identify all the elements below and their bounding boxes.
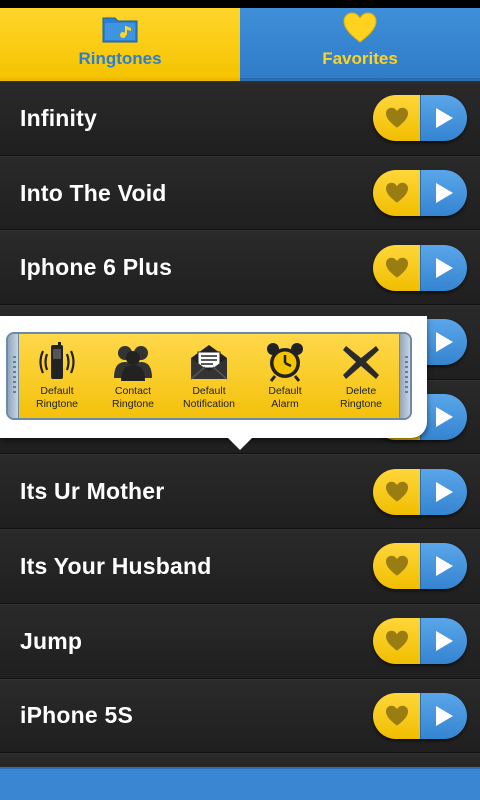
set-contact-ringtone-button[interactable]: Contact Ringtone [95, 342, 171, 410]
row-actions [373, 244, 467, 291]
ringtone-title: iPhone 5S [20, 702, 133, 729]
tab-label: Ringtones [78, 49, 162, 68]
ringtone-title: Jump [20, 627, 83, 654]
play-icon [436, 705, 453, 726]
list-item[interactable]: Infinity [0, 81, 480, 156]
tab-bar: Ringtones Favorites [0, 8, 480, 81]
action-label-line1: Delete [345, 385, 377, 397]
play-button[interactable] [420, 618, 467, 665]
play-icon [436, 183, 453, 204]
play-icon [436, 332, 453, 353]
heart-icon [385, 705, 408, 726]
list-item[interactable] [0, 753, 480, 767]
grip-handle [8, 334, 19, 418]
list-item[interactable]: Its Ur Mother [0, 454, 480, 530]
heart-icon [385, 481, 408, 502]
bottom-bar [0, 767, 480, 800]
heart-icon [385, 182, 408, 203]
ringtone-title: Its Your Husband [20, 552, 212, 579]
play-button[interactable] [420, 319, 467, 366]
set-default-alarm-button[interactable]: Default Alarm [247, 342, 323, 410]
action-label-line2: Notification [183, 397, 235, 410]
play-button[interactable] [420, 468, 467, 515]
set-default-notification-button[interactable]: Default Notification [171, 342, 247, 410]
quick-action-bar: Default Ringtone Contact Ringtone Defaul… [6, 332, 412, 420]
popup-pointer [228, 438, 252, 450]
tab-favorites[interactable]: Favorites [240, 8, 480, 81]
delete-ringtone-button[interactable]: Delete Ringtone [323, 342, 399, 410]
play-button[interactable] [420, 95, 467, 142]
quick-action-popup: Default Ringtone Contact Ringtone Defaul… [0, 316, 427, 438]
quick-actions: Default Ringtone Contact Ringtone Defaul… [19, 334, 399, 418]
play-icon [436, 407, 453, 428]
action-label-line1: Default [268, 385, 302, 397]
row-actions [373, 95, 467, 142]
play-button[interactable] [420, 692, 467, 739]
contacts-icon [114, 346, 152, 381]
play-button[interactable] [420, 394, 467, 441]
list-item[interactable]: Iphone 6 Plus [0, 230, 480, 306]
tab-ringtones[interactable]: Ringtones [0, 8, 240, 81]
play-button[interactable] [420, 244, 467, 291]
play-icon [436, 556, 453, 577]
action-label-line1: Default [40, 385, 74, 397]
folder-music-icon [100, 11, 140, 45]
alarm-clock-icon [267, 343, 303, 382]
favorite-button[interactable] [373, 543, 420, 590]
ringtone-title: Its Ur Mother [20, 478, 165, 505]
list-item[interactable]: iPhone 5S [0, 678, 480, 754]
favorite-button[interactable] [373, 170, 420, 217]
row-actions [373, 468, 467, 515]
grip-handle [399, 334, 410, 418]
heart-icon [385, 630, 408, 651]
set-default-ringtone-button[interactable]: Default Ringtone [19, 342, 95, 410]
action-label-line2: Ringtone [111, 397, 155, 410]
action-label-line2: Ringtone [339, 397, 383, 410]
favorite-button[interactable] [373, 692, 420, 739]
heart-icon [385, 556, 408, 577]
play-icon [436, 257, 453, 278]
play-button[interactable] [420, 543, 467, 590]
list-item[interactable]: Into The Void [0, 155, 480, 231]
row-actions [373, 618, 467, 665]
list-item[interactable]: Jump [0, 603, 480, 679]
envelope-icon [190, 345, 228, 380]
row-actions [373, 543, 467, 590]
row-actions [373, 170, 467, 217]
favorite-button[interactable] [373, 618, 420, 665]
play-button[interactable] [420, 170, 467, 217]
heart-icon [340, 11, 380, 45]
action-label-line1: Default [192, 385, 226, 397]
heart-icon [385, 257, 408, 278]
ringtone-title: Iphone 6 Plus [20, 254, 173, 281]
tab-label: Favorites [322, 49, 398, 68]
list-item[interactable]: Its Your Husband [0, 529, 480, 604]
phone-vibrate-icon [39, 342, 75, 379]
status-bar [0, 0, 480, 8]
row-actions [373, 692, 467, 739]
delete-x-icon [343, 346, 379, 379]
favorite-button[interactable] [373, 244, 420, 291]
ringtone-title: Infinity [20, 104, 97, 131]
play-icon [436, 481, 453, 502]
action-label-line1: Contact [114, 385, 152, 397]
favorite-button[interactable] [373, 468, 420, 515]
heart-icon [385, 108, 408, 128]
ringtone-title: Into The Void [20, 179, 167, 206]
play-icon [436, 108, 453, 129]
favorite-button[interactable] [373, 95, 420, 142]
action-label-line2: Ringtone [35, 397, 79, 410]
action-label-line2: Alarm [271, 397, 299, 410]
play-icon [436, 631, 453, 652]
